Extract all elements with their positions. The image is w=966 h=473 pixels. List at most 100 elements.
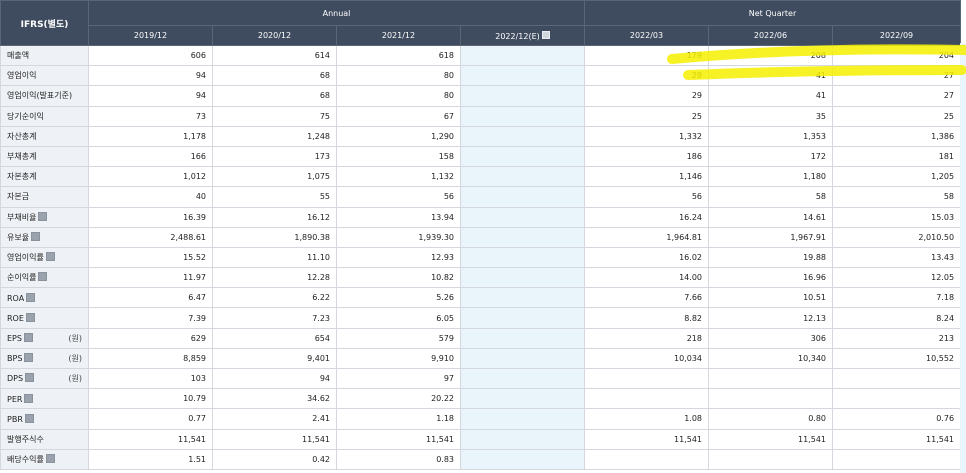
row-label: 배당수익률 <box>0 448 89 470</box>
table-cell: 11,541 <box>708 428 833 450</box>
table-cell: 103 <box>88 367 213 390</box>
help-icon[interactable] <box>24 413 34 423</box>
table-cell: 213 <box>831 327 962 349</box>
table-cell: 1.18 <box>336 408 461 430</box>
table-cell: 606 <box>88 44 213 67</box>
table-cell: 15.52 <box>88 246 213 269</box>
table-cell <box>584 388 709 410</box>
table-cell: 8,859 <box>88 347 213 370</box>
row-label-text: EPS <box>7 333 22 343</box>
help-icon[interactable] <box>38 211 48 221</box>
help-icon[interactable] <box>31 231 41 241</box>
table-cell: 306 <box>708 327 833 349</box>
row-label-text: ROE <box>7 314 24 324</box>
help-icon[interactable] <box>26 292 36 302</box>
table-cell: 34.62 <box>212 388 337 410</box>
table-cell: 1,353 <box>708 125 833 147</box>
table-cell: 1,178 <box>88 125 213 147</box>
row-label: 순이익률 <box>0 267 89 289</box>
table-row: 순이익률 11.97 12.28 10.82 14.00 16.96 12.05 <box>0 267 962 289</box>
table-cell: 16.39 <box>88 206 213 228</box>
table-cell: 1,890.38 <box>212 226 337 248</box>
table-cell: 10.51 <box>708 287 833 309</box>
table-row: 영업이익(발표기준) 94 68 80 29 41 27 <box>0 85 962 107</box>
table-row: ROA 6.47 6.22 5.26 7.66 10.51 7.18 <box>0 287 962 309</box>
help-icon[interactable] <box>24 352 34 362</box>
column-header-label: 2022/12(E) <box>495 31 540 41</box>
row-label: 자본총계 <box>0 166 89 188</box>
help-icon[interactable] <box>45 453 55 463</box>
table-cell: 6.22 <box>212 287 337 309</box>
table-cell: 8.24 <box>831 307 962 329</box>
help-icon[interactable] <box>25 373 35 383</box>
table-cell: 73 <box>88 105 213 127</box>
estimate-info-icon[interactable] <box>541 30 550 39</box>
row-label-text: 자본금 <box>7 192 30 202</box>
table-cell: 166 <box>88 145 213 168</box>
table-cell: 40 <box>88 186 213 208</box>
table-cell: 0.83 <box>336 448 461 470</box>
table-cell: 10.79 <box>88 388 213 410</box>
column-header-6: 2022/09 <box>831 25 962 46</box>
help-icon[interactable] <box>25 313 35 323</box>
table-cell: 208 <box>708 44 833 67</box>
table-cell: 67 <box>336 105 461 127</box>
table-cell: 10.82 <box>336 267 461 289</box>
table-cell <box>460 246 585 269</box>
help-icon[interactable] <box>23 332 33 342</box>
table-cell: 7.39 <box>88 307 213 329</box>
table-cell: 55 <box>212 186 337 208</box>
row-label: 유보율 <box>0 226 89 248</box>
table-cell <box>460 105 585 127</box>
help-icon[interactable] <box>38 272 48 282</box>
table-cell: 56 <box>336 186 461 208</box>
table-row: 영업이익률 15.52 11.10 12.93 16.02 19.88 13.43 <box>0 246 962 269</box>
table-cell: 204 <box>831 44 962 67</box>
table-cell: 7.18 <box>831 287 962 309</box>
table-cell <box>460 388 585 410</box>
row-label-text: BPS <box>7 353 23 363</box>
row-label-text: 유보율 <box>7 232 30 242</box>
table-cell: 12.05 <box>831 267 962 289</box>
table-cell: 1,132 <box>336 166 461 188</box>
table-cell: 13.43 <box>831 246 962 269</box>
table-cell: 12.93 <box>336 246 461 269</box>
row-unit: (원) <box>68 333 82 343</box>
help-icon[interactable] <box>24 393 34 403</box>
table-cell: 9,401 <box>212 347 337 370</box>
table-cell: 56 <box>584 186 709 208</box>
table-row: EPS (원) 629 654 579 218 306 213 <box>0 327 962 349</box>
row-label-text: 부채총계 <box>7 152 37 162</box>
column-header-label: 2022/03 <box>629 31 664 40</box>
row-label: ROA <box>0 287 89 309</box>
table-cell: 94 <box>88 85 213 107</box>
column-header-label: 2021/12 <box>381 31 416 40</box>
table-cell: 1,386 <box>831 125 962 147</box>
table-cell: 186 <box>584 145 709 168</box>
table-cell: 7.23 <box>212 307 337 329</box>
table-cell: 19.88 <box>708 246 833 269</box>
table-cell <box>460 287 585 309</box>
table-cell: 68 <box>212 65 337 87</box>
row-label: 영업이익 <box>0 65 89 87</box>
table-cell: 7.66 <box>584 287 709 309</box>
help-icon[interactable] <box>45 251 55 261</box>
row-label: 영업이익(발표기준) <box>0 85 89 107</box>
table-cell: 0.76 <box>831 408 962 430</box>
table-cell: 20.22 <box>336 388 461 410</box>
table-cell: 16.12 <box>212 206 337 228</box>
table-cell: 16.96 <box>708 267 833 289</box>
table-cell: 35 <box>708 105 833 127</box>
table-cell: 27 <box>831 65 962 87</box>
table-cell: 75 <box>212 105 337 127</box>
table-row: 발행주식수 11,541 11,541 11,541 11,541 11,541 11,54… <box>0 428 962 450</box>
row-label-text: 당기순이익 <box>7 111 44 121</box>
row-label-text: ROA <box>7 293 25 303</box>
table-cell: 13.94 <box>336 206 461 228</box>
table-cell <box>708 388 833 410</box>
table-cell: 11,541 <box>584 428 709 450</box>
row-label-text: PER <box>7 394 23 404</box>
column-header-0: 2019/12 <box>88 25 213 46</box>
table-cell: 10,034 <box>584 347 709 370</box>
table-cell: 2.41 <box>212 408 337 430</box>
